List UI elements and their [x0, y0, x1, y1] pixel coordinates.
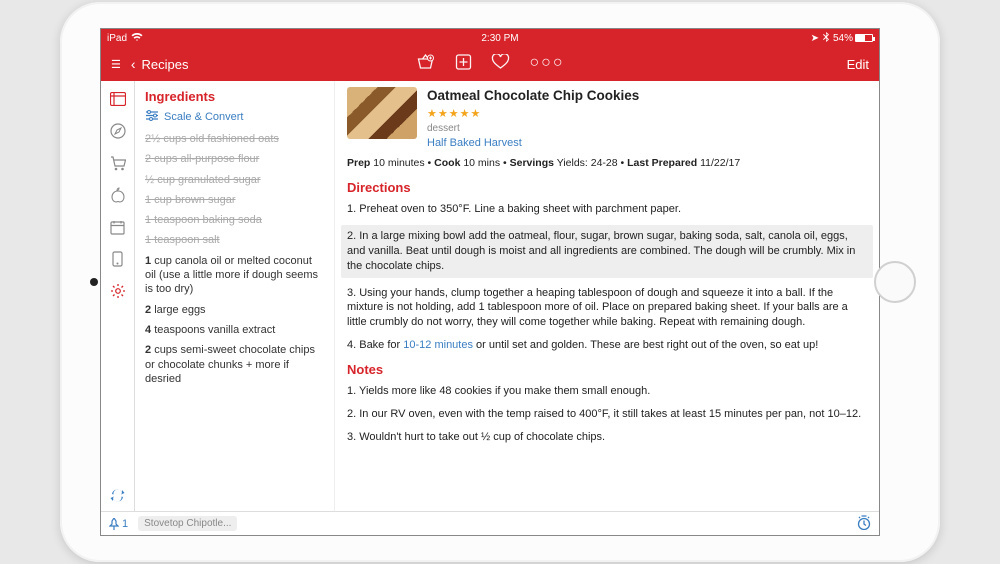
- sidebar-item-settings[interactable]: [108, 281, 128, 301]
- heart-icon[interactable]: [492, 54, 510, 75]
- direction-step[interactable]: 1. Preheat oven to 350°F. Line a baking …: [347, 202, 867, 217]
- sidebar-item-calendar[interactable]: [108, 217, 128, 237]
- ingredient-item[interactable]: 1 teaspoon baking soda: [145, 213, 324, 227]
- carrier-label: iPad: [107, 33, 127, 44]
- directions-heading: Directions: [347, 179, 867, 197]
- sidebar-item-cart[interactable]: [108, 153, 128, 173]
- direction-step[interactable]: 4. Bake for 10-12 minutes or until set a…: [347, 338, 867, 353]
- basket-icon[interactable]: [416, 54, 436, 75]
- ingredient-item[interactable]: 1 cup brown sugar: [145, 193, 324, 207]
- note-item: 3. Wouldn't hurt to take out ½ cup of ch…: [347, 430, 867, 445]
- add-icon[interactable]: [456, 54, 472, 75]
- clock: 2:30 PM: [481, 33, 518, 44]
- bluetooth-icon: [823, 32, 829, 45]
- ingredient-item[interactable]: ½ cup granulated sugar: [145, 173, 324, 187]
- rating-stars[interactable]: ★★★★★: [427, 107, 639, 122]
- sidebar-item-apple[interactable]: [108, 185, 128, 205]
- scale-convert-label: Scale & Convert: [164, 111, 243, 123]
- ingredient-item[interactable]: 2½ cups old fashioned oats: [145, 132, 324, 146]
- timer-icon[interactable]: [857, 515, 871, 533]
- sidebar-item-compass[interactable]: [108, 121, 128, 141]
- pinned-recipe-chip[interactable]: Stovetop Chipotle...: [138, 516, 237, 531]
- location-icon: ➤: [811, 33, 819, 44]
- ingredient-item[interactable]: 2 cups all-purpose flour: [145, 152, 324, 166]
- direction-step[interactable]: 3. Using your hands, clump together a he…: [347, 286, 867, 331]
- menu-icon[interactable]: ☰: [111, 58, 121, 71]
- back-button[interactable]: Recipes: [142, 57, 189, 72]
- note-item: 2. In our RV oven, even with the temp ra…: [347, 407, 867, 422]
- ingredient-item[interactable]: 2 cups semi-sweet chocolate chips or cho…: [145, 343, 324, 386]
- battery-icon: [855, 34, 873, 42]
- sync-icon[interactable]: [108, 485, 128, 505]
- nav-bar: ☰ ‹ Recipes ○○○ Edit: [101, 47, 879, 81]
- ingredients-heading: Ingredients: [145, 89, 324, 104]
- pin-icon[interactable]: 1: [109, 518, 128, 530]
- screen: iPad 2:30 PM ➤ 54% ☰ ‹: [100, 28, 880, 536]
- edit-button[interactable]: Edit: [847, 57, 869, 72]
- ingredient-item[interactable]: 1 teaspoon salt: [145, 233, 324, 247]
- direction-step-active[interactable]: 2. In a large mixing bowl add the oatmea…: [341, 225, 873, 278]
- recipe-panel: Oatmeal Chocolate Chip Cookies ★★★★★ des…: [335, 81, 879, 511]
- sliders-icon: [145, 110, 159, 124]
- ingredient-item[interactable]: 4 teaspoons vanilla extract: [145, 323, 324, 337]
- recipe-source-link[interactable]: Half Baked Harvest: [427, 136, 639, 151]
- timer-link[interactable]: 10-12 minutes: [403, 339, 473, 351]
- sidebar-item-phone[interactable]: [108, 249, 128, 269]
- ingredient-item[interactable]: 1 cup canola oil or melted coconut oil (…: [145, 254, 324, 297]
- pin-count: 1: [122, 518, 128, 530]
- ingredient-item[interactable]: 2 large eggs: [145, 303, 324, 317]
- recipe-tag[interactable]: dessert: [427, 122, 639, 136]
- recipe-thumbnail[interactable]: [347, 87, 417, 139]
- status-bar: iPad 2:30 PM ➤ 54%: [101, 29, 879, 47]
- recipe-title: Oatmeal Chocolate Chip Cookies: [427, 87, 639, 105]
- sidebar: [101, 81, 135, 511]
- home-button[interactable]: [874, 261, 916, 303]
- more-icon[interactable]: ○○○: [530, 54, 565, 75]
- note-item: 1. Yields more like 48 cookies if you ma…: [347, 384, 867, 399]
- recipe-meta-line: Prep 10 minutes • Cook 10 mins • Serving…: [347, 156, 867, 170]
- battery-pct: 54%: [833, 33, 853, 44]
- footer-bar: 1 Stovetop Chipotle...: [101, 511, 879, 535]
- scale-convert-link[interactable]: Scale & Convert: [145, 110, 324, 124]
- wifi-icon: [131, 32, 143, 45]
- camera: [90, 278, 98, 286]
- back-chevron-icon[interactable]: ‹: [131, 56, 136, 72]
- notes-heading: Notes: [347, 361, 867, 379]
- ingredients-panel: Ingredients Scale & Convert 2½ cups old …: [135, 81, 335, 511]
- sidebar-item-browser[interactable]: [108, 89, 128, 109]
